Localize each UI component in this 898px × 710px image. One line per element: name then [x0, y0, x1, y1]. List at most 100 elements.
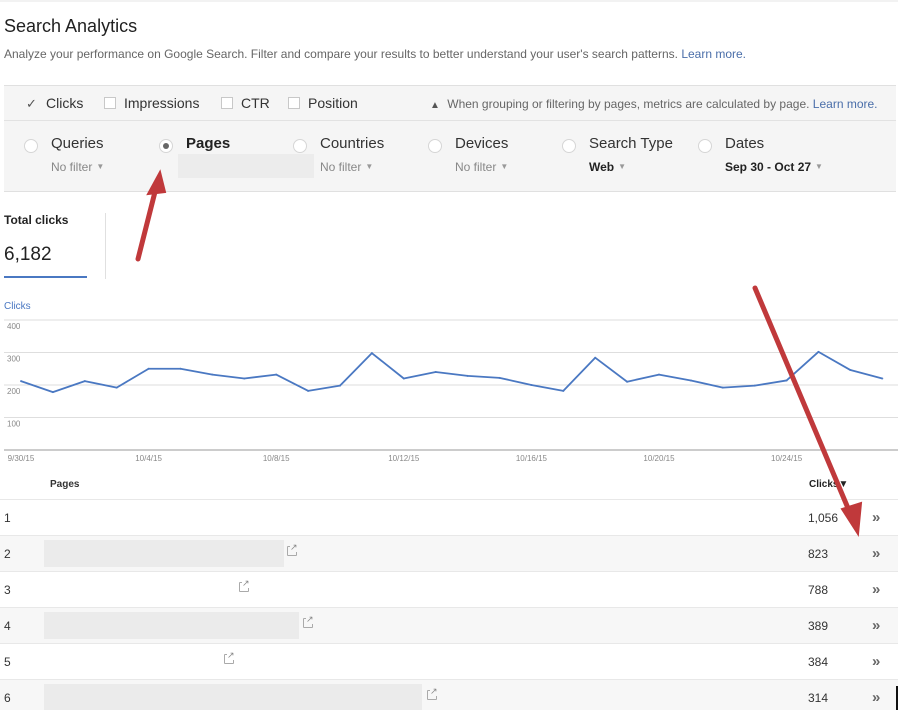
- devices-filter-dropdown[interactable]: No filter ▼: [455, 160, 508, 174]
- total-clicks-indicator: [4, 276, 87, 278]
- row-clicks: 314: [808, 691, 829, 705]
- metric-impressions-checkbox[interactable]: Impressions: [104, 95, 199, 111]
- table-header: Pages Clicks▼: [0, 470, 898, 500]
- total-clicks-value: 6,182: [4, 244, 52, 265]
- total-clicks-card[interactable]: Total clicks 6,182: [4, 213, 69, 265]
- radio-button[interactable]: [428, 139, 442, 153]
- external-link-icon[interactable]: [427, 686, 438, 700]
- metric-clicks-checkbox[interactable]: ✓ Clicks: [26, 95, 83, 111]
- table-row[interactable]: 4 389 »: [0, 608, 898, 644]
- notice-text: When grouping or filtering by pages, met…: [447, 97, 810, 111]
- page-title: Search Analytics: [4, 16, 138, 36]
- metrics-bar: ✓ Clicks Impressions CTR Position ▲ When…: [4, 85, 896, 121]
- row-details-chevron-icon[interactable]: »: [872, 689, 881, 706]
- sort-desc-icon: ▼: [838, 479, 849, 490]
- filter-value: No filter: [51, 160, 93, 174]
- row-details-chevron-icon[interactable]: »: [872, 653, 881, 670]
- table-row[interactable]: 1 1,056 »: [0, 500, 898, 536]
- checkbox-icon: [104, 97, 116, 109]
- radio-button[interactable]: [562, 139, 576, 153]
- data-point: [530, 384, 533, 386]
- metric-label: Clicks: [46, 95, 84, 111]
- pages-notice: ▲ When grouping or filtering by pages, m…: [430, 97, 878, 111]
- caret-down-icon: ▼: [365, 162, 374, 171]
- dates-dropdown[interactable]: Sep 30 - Oct 27 ▼: [725, 160, 823, 174]
- pages-filter-redacted[interactable]: [178, 154, 314, 178]
- external-link-icon[interactable]: [287, 542, 298, 556]
- data-point: [370, 352, 373, 355]
- data-point: [689, 379, 692, 382]
- row-clicks: 823: [808, 547, 829, 561]
- data-point: [753, 384, 756, 387]
- x-tick-label: 10/24/15: [771, 454, 803, 463]
- data-point: [626, 380, 629, 383]
- row-details-chevron-icon[interactable]: »: [872, 617, 881, 634]
- learn-more-link[interactable]: Learn more.: [681, 47, 746, 61]
- group-label: Pages: [186, 135, 231, 152]
- page-url-redacted[interactable]: [44, 540, 284, 567]
- radio-button[interactable]: [293, 139, 307, 153]
- data-point: [881, 377, 884, 380]
- total-clicks-label: Total clicks: [4, 213, 69, 227]
- row-clicks: 1,056: [808, 511, 839, 525]
- row-details-chevron-icon[interactable]: »: [872, 581, 881, 598]
- search-type-dropdown[interactable]: Web ▼: [589, 160, 626, 174]
- metric-ctr-checkbox[interactable]: CTR: [221, 95, 270, 111]
- group-label: Search Type: [589, 135, 673, 152]
- radio-button[interactable]: [24, 139, 38, 153]
- external-link-icon[interactable]: [239, 578, 250, 592]
- checkbox-icon: [221, 97, 233, 109]
- row-details-chevron-icon[interactable]: »: [872, 545, 881, 562]
- data-point: [434, 371, 437, 373]
- table-row[interactable]: 5 384 »: [0, 644, 898, 680]
- queries-filter-dropdown[interactable]: No filter ▼: [51, 160, 104, 174]
- x-tick-label: 10/20/15: [643, 454, 675, 463]
- pages-table: Pages Clicks▼ 1 1,056 » 2 823 » 3 788 » 4 389 » 5 384…: [0, 470, 898, 710]
- column-header-clicks[interactable]: Clicks▼: [809, 479, 848, 490]
- column-header-pages[interactable]: Pages: [50, 479, 79, 490]
- data-point: [275, 373, 278, 376]
- page-url-redacted[interactable]: [44, 648, 219, 675]
- chart-legend-clicks: Clicks: [4, 301, 31, 312]
- x-tick-label: 10/16/15: [516, 454, 548, 463]
- data-point: [211, 373, 214, 376]
- row-rank: 1: [4, 511, 11, 525]
- external-link-icon[interactable]: [303, 614, 314, 628]
- y-tick-label: 300: [7, 355, 21, 364]
- countries-filter-dropdown[interactable]: No filter ▼: [320, 160, 373, 174]
- y-tick-label: 100: [7, 420, 21, 429]
- group-label: Queries: [51, 135, 104, 152]
- metric-label: Impressions: [124, 95, 200, 111]
- page-url-redacted[interactable]: [44, 576, 234, 603]
- page-url-redacted[interactable]: [44, 684, 422, 710]
- table-row[interactable]: 6 314 »: [0, 680, 898, 710]
- caret-down-icon: ▼: [618, 162, 627, 171]
- radio-button[interactable]: [698, 139, 712, 153]
- data-point: [307, 389, 310, 392]
- data-point: [20, 380, 22, 383]
- row-rank: 2: [4, 547, 11, 561]
- series-line-clicks: [20, 350, 883, 394]
- row-details-chevron-icon[interactable]: »: [872, 509, 881, 526]
- data-point: [339, 384, 341, 387]
- data-point: [817, 350, 820, 353]
- table-row[interactable]: 2 823 »: [0, 536, 898, 572]
- checkbox-icon: [288, 97, 300, 109]
- page-url-redacted[interactable]: [44, 612, 299, 639]
- metric-label: CTR: [241, 95, 270, 111]
- table-row[interactable]: 3 788 »: [0, 572, 898, 608]
- data-point: [466, 374, 469, 377]
- group-label: Dates: [725, 135, 765, 152]
- notice-learn-more-link[interactable]: Learn more.: [813, 97, 878, 111]
- metric-position-checkbox[interactable]: Position: [288, 95, 358, 111]
- data-point: [849, 369, 852, 372]
- row-clicks: 788: [808, 583, 829, 597]
- radio-button-selected[interactable]: [159, 139, 173, 153]
- data-point: [179, 367, 182, 370]
- warning-icon: ▲: [430, 100, 440, 111]
- external-link-icon[interactable]: [224, 650, 235, 664]
- data-point: [83, 380, 86, 383]
- checkmark-icon: ✓: [26, 95, 37, 111]
- x-tick-label: 9/30/15: [8, 454, 35, 463]
- filter-value: No filter: [320, 160, 362, 174]
